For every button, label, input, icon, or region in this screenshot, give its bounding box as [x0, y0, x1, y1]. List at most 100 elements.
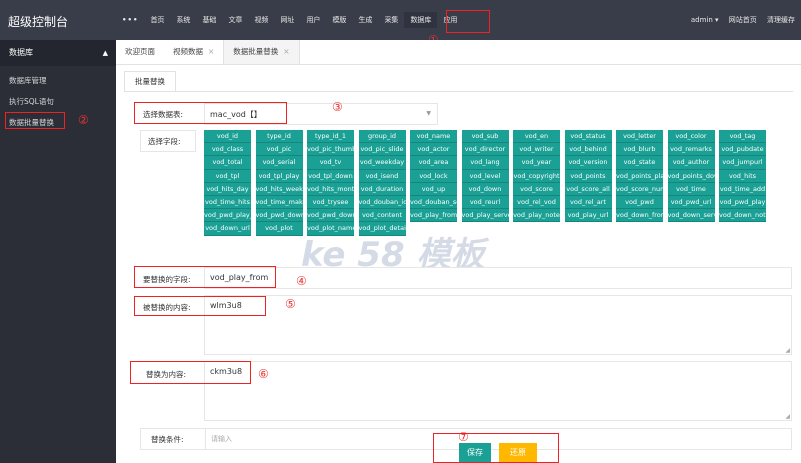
nav-user[interactable]: 用户 [306, 15, 320, 25]
field-chip[interactable]: vod_tpl [204, 169, 251, 183]
nav-basic[interactable]: 基础 [202, 15, 216, 25]
field-chip[interactable]: vod_play_note [513, 209, 560, 223]
field-chip[interactable]: vod_down_note [719, 209, 766, 223]
nav-website[interactable]: 网址 [280, 15, 294, 25]
field-chip[interactable]: vod_time_hits [204, 195, 251, 210]
nav-database[interactable]: 数据库 [404, 12, 438, 28]
field-chip[interactable]: vod_remarks [667, 143, 715, 157]
field-chip[interactable]: vod_rel_art [564, 195, 612, 210]
field-chip[interactable]: vod_isend [358, 169, 406, 183]
nav-home[interactable]: 首页 [150, 15, 164, 25]
field-chip[interactable]: vod_pwd_down_url [307, 209, 354, 223]
field-chip[interactable]: vod_points_play [616, 169, 663, 183]
field-chip[interactable]: vod_name [410, 130, 457, 144]
field-chip[interactable]: type_id_1 [307, 130, 354, 144]
field-chip[interactable]: vod_en [513, 130, 560, 144]
field-chip[interactable]: vod_pic [255, 143, 303, 157]
resize-handle-icon[interactable]: ◢ [785, 413, 790, 420]
field-chip[interactable]: vod_score_num [616, 182, 663, 196]
field-chip[interactable]: vod_lang [461, 156, 509, 170]
field-chip[interactable]: vod_id [204, 130, 251, 144]
field-chip[interactable]: vod_state [616, 156, 663, 170]
field-chip[interactable]: vod_pwd_down [255, 209, 303, 223]
subtab-batch-replace[interactable]: 批量替换 [124, 71, 176, 92]
nav-generate[interactable]: 生成 [358, 15, 372, 25]
field-chip[interactable]: vod_hits [719, 169, 766, 183]
field-chip[interactable]: vod_down_from [616, 209, 663, 223]
field-chip[interactable]: vod_time [667, 182, 715, 196]
field-chip[interactable]: vod_pwd [616, 195, 663, 210]
field-chip[interactable]: vod_version [564, 156, 612, 170]
field-chip[interactable]: vod_hits_week [255, 182, 303, 196]
field-chip[interactable]: vod_pwd_play_url [204, 209, 251, 223]
field-chip[interactable]: vod_content [358, 209, 406, 223]
field-chip[interactable]: vod_copyright [513, 169, 560, 183]
field-chip[interactable]: vod_pubdate [719, 143, 766, 157]
field-chip[interactable]: vod_tv [307, 156, 354, 170]
nav-video[interactable]: 视频 [254, 15, 268, 25]
field-chip[interactable]: vod_up [410, 182, 457, 196]
nav-template[interactable]: 模版 [332, 15, 346, 25]
field-chip[interactable]: vod_writer [513, 143, 560, 157]
field-chip[interactable]: vod_hits_month [307, 182, 354, 196]
sidebar-item-db-manage[interactable]: 数据库管理 [0, 70, 116, 91]
more-menu-icon[interactable]: ••• [122, 16, 138, 24]
field-chip[interactable]: vod_jumpurl [719, 156, 766, 170]
sidebar-header[interactable]: 数据库 ▲ [0, 40, 116, 66]
field-chip[interactable]: vod_down [461, 182, 509, 196]
field-chip[interactable]: vod_time_add [719, 182, 766, 196]
field-chip[interactable]: vod_down_server [667, 209, 715, 223]
site-home-link[interactable]: 网站首页 [729, 16, 757, 24]
field-chip[interactable]: vod_score_all [564, 182, 612, 196]
field-chip[interactable]: vod_area [410, 156, 457, 170]
field-chip[interactable]: vod_points [564, 169, 612, 183]
field-chip[interactable]: vod_weekday [358, 156, 406, 170]
replace-with-textarea[interactable]: ckm3u8 ◢ [204, 361, 792, 421]
field-chip[interactable]: vod_rel_vod [513, 195, 560, 210]
replace-field-input[interactable]: vod_play_from [204, 267, 792, 289]
tab-video-data[interactable]: 视频数据 × [164, 40, 223, 64]
field-chip[interactable]: vod_play_from [410, 209, 457, 223]
field-chip[interactable]: vod_year [513, 156, 560, 170]
field-chip[interactable]: vod_pwd_url [667, 195, 715, 210]
field-chip[interactable]: vod_pic_slide [358, 143, 406, 157]
tab-welcome[interactable]: 欢迎页面 [116, 40, 164, 64]
field-chip[interactable]: vod_douban_score [410, 195, 457, 210]
field-chip[interactable]: vod_total [204, 156, 251, 170]
field-chip[interactable]: vod_tpl_down [307, 169, 354, 183]
field-chip[interactable]: vod_letter [616, 130, 663, 144]
field-chip[interactable]: vod_trysee [307, 195, 354, 210]
field-chip[interactable]: vod_serial [255, 156, 303, 170]
field-chip[interactable]: vod_down_url [204, 222, 251, 236]
field-chip[interactable]: vod_behind [564, 143, 612, 157]
field-chip[interactable]: vod_status [564, 130, 612, 144]
close-icon[interactable]: × [208, 47, 214, 56]
field-chip[interactable]: vod_play_server [461, 209, 509, 223]
sidebar-item-exec-sql[interactable]: 执行SQL语句 [0, 91, 116, 112]
field-chip[interactable]: vod_tpl_play [255, 169, 303, 183]
nav-article[interactable]: 文章 [228, 15, 242, 25]
field-chip[interactable]: vod_pic_thumb [307, 143, 354, 157]
field-chip[interactable]: group_id [358, 130, 406, 144]
field-chip[interactable]: vod_sub [461, 130, 509, 144]
nav-collect[interactable]: 采集 [384, 15, 398, 25]
field-chip[interactable]: vod_blurb [616, 143, 663, 157]
field-chip[interactable]: vod_points_down [667, 169, 715, 183]
field-chip[interactable]: vod_class [204, 143, 251, 157]
field-chip[interactable]: vod_hits_day [204, 182, 251, 196]
field-chip[interactable]: vod_reurl [461, 195, 509, 210]
field-chip[interactable]: vod_tag [719, 130, 766, 144]
field-chip[interactable]: vod_author [667, 156, 715, 170]
field-chip[interactable]: vod_level [461, 169, 509, 183]
resize-handle-icon[interactable]: ◢ [785, 347, 790, 354]
field-chip[interactable]: vod_score [513, 182, 560, 196]
nav-system[interactable]: 系统 [176, 15, 190, 25]
field-chip[interactable]: vod_plot [255, 222, 303, 236]
field-chip[interactable]: vod_douban_id [358, 195, 406, 210]
field-chip[interactable]: vod_duration [358, 182, 406, 196]
field-chip[interactable]: vod_play_url [564, 209, 612, 223]
field-chip[interactable]: vod_time_make [255, 195, 303, 210]
field-chip[interactable]: vod_color [667, 130, 715, 144]
tab-batch-replace[interactable]: 数据批量替换 × [223, 40, 300, 64]
field-chip[interactable]: vod_director [461, 143, 509, 157]
